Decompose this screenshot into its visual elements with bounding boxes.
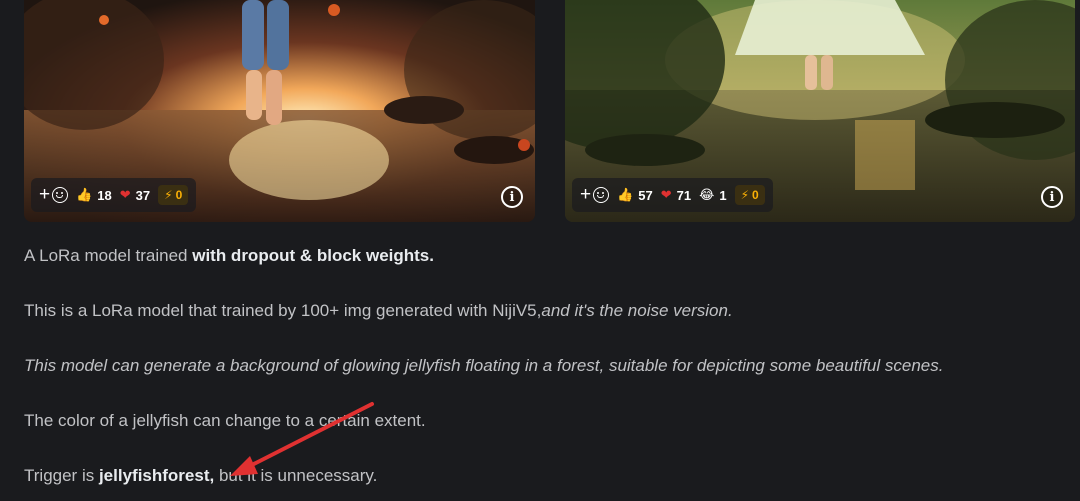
heart-reaction[interactable]: ❤ 37 [120,187,150,203]
plus-icon: + [39,184,51,205]
tip-count: 0 [752,188,759,202]
heart-icon: ❤ [660,187,672,202]
heart-reaction[interactable]: ❤ 71 [661,187,691,203]
lightning-icon: ⚡ [740,188,750,202]
info-icon[interactable]: i [501,186,523,208]
image-card-2[interactable]: + 👍 57 ❤ 71 😂 1 ⚡ 0 i [565,0,1075,222]
image-card-1[interactable]: + 👍 18 ❤ 37 ⚡ 0 i [24,0,535,222]
laugh-reaction[interactable]: 😂 1 [699,187,726,203]
description-line-4: The color of a jellyfish can change to a… [24,411,426,430]
description-line-1: A LoRa model trained with dropout & bloc… [24,246,434,265]
like-reaction[interactable]: 👍 18 [76,187,112,203]
description-line-5: Trigger is jellyfishforest, but it is un… [24,466,378,485]
add-reaction-icon [52,187,69,203]
info-icon[interactable]: i [1041,186,1063,208]
heart-count: 71 [676,187,692,203]
reaction-bar: + 👍 57 ❤ 71 😂 1 ⚡ 0 [572,178,773,212]
tip-button[interactable]: ⚡ 0 [734,185,765,205]
like-count: 57 [638,187,653,203]
add-reaction-button[interactable]: + [580,184,610,206]
thumbs-up-icon: 👍 [617,187,634,202]
thumbs-up-icon: 👍 [76,187,93,202]
add-reaction-button[interactable]: + [39,184,69,206]
description-line-3: This model can generate a background of … [24,356,944,375]
like-count: 18 [97,187,112,203]
heart-count: 37 [135,187,151,203]
add-reaction-icon [593,187,610,203]
description-line-2: This is a LoRa model that trained by 100… [24,301,733,320]
like-reaction[interactable]: 👍 57 [617,187,653,203]
heart-icon: ❤ [119,187,131,202]
plus-icon: + [580,184,592,205]
reaction-bar: + 👍 18 ❤ 37 ⚡ 0 [31,178,197,212]
laugh-icon: 😂 [699,187,715,202]
lightning-icon: ⚡ [164,188,173,202]
tip-count: 0 [175,188,183,202]
laugh-count: 1 [719,187,727,203]
trigger-word: jellyfishforest, [98,466,215,485]
tip-button[interactable]: ⚡ 0 [158,185,189,205]
